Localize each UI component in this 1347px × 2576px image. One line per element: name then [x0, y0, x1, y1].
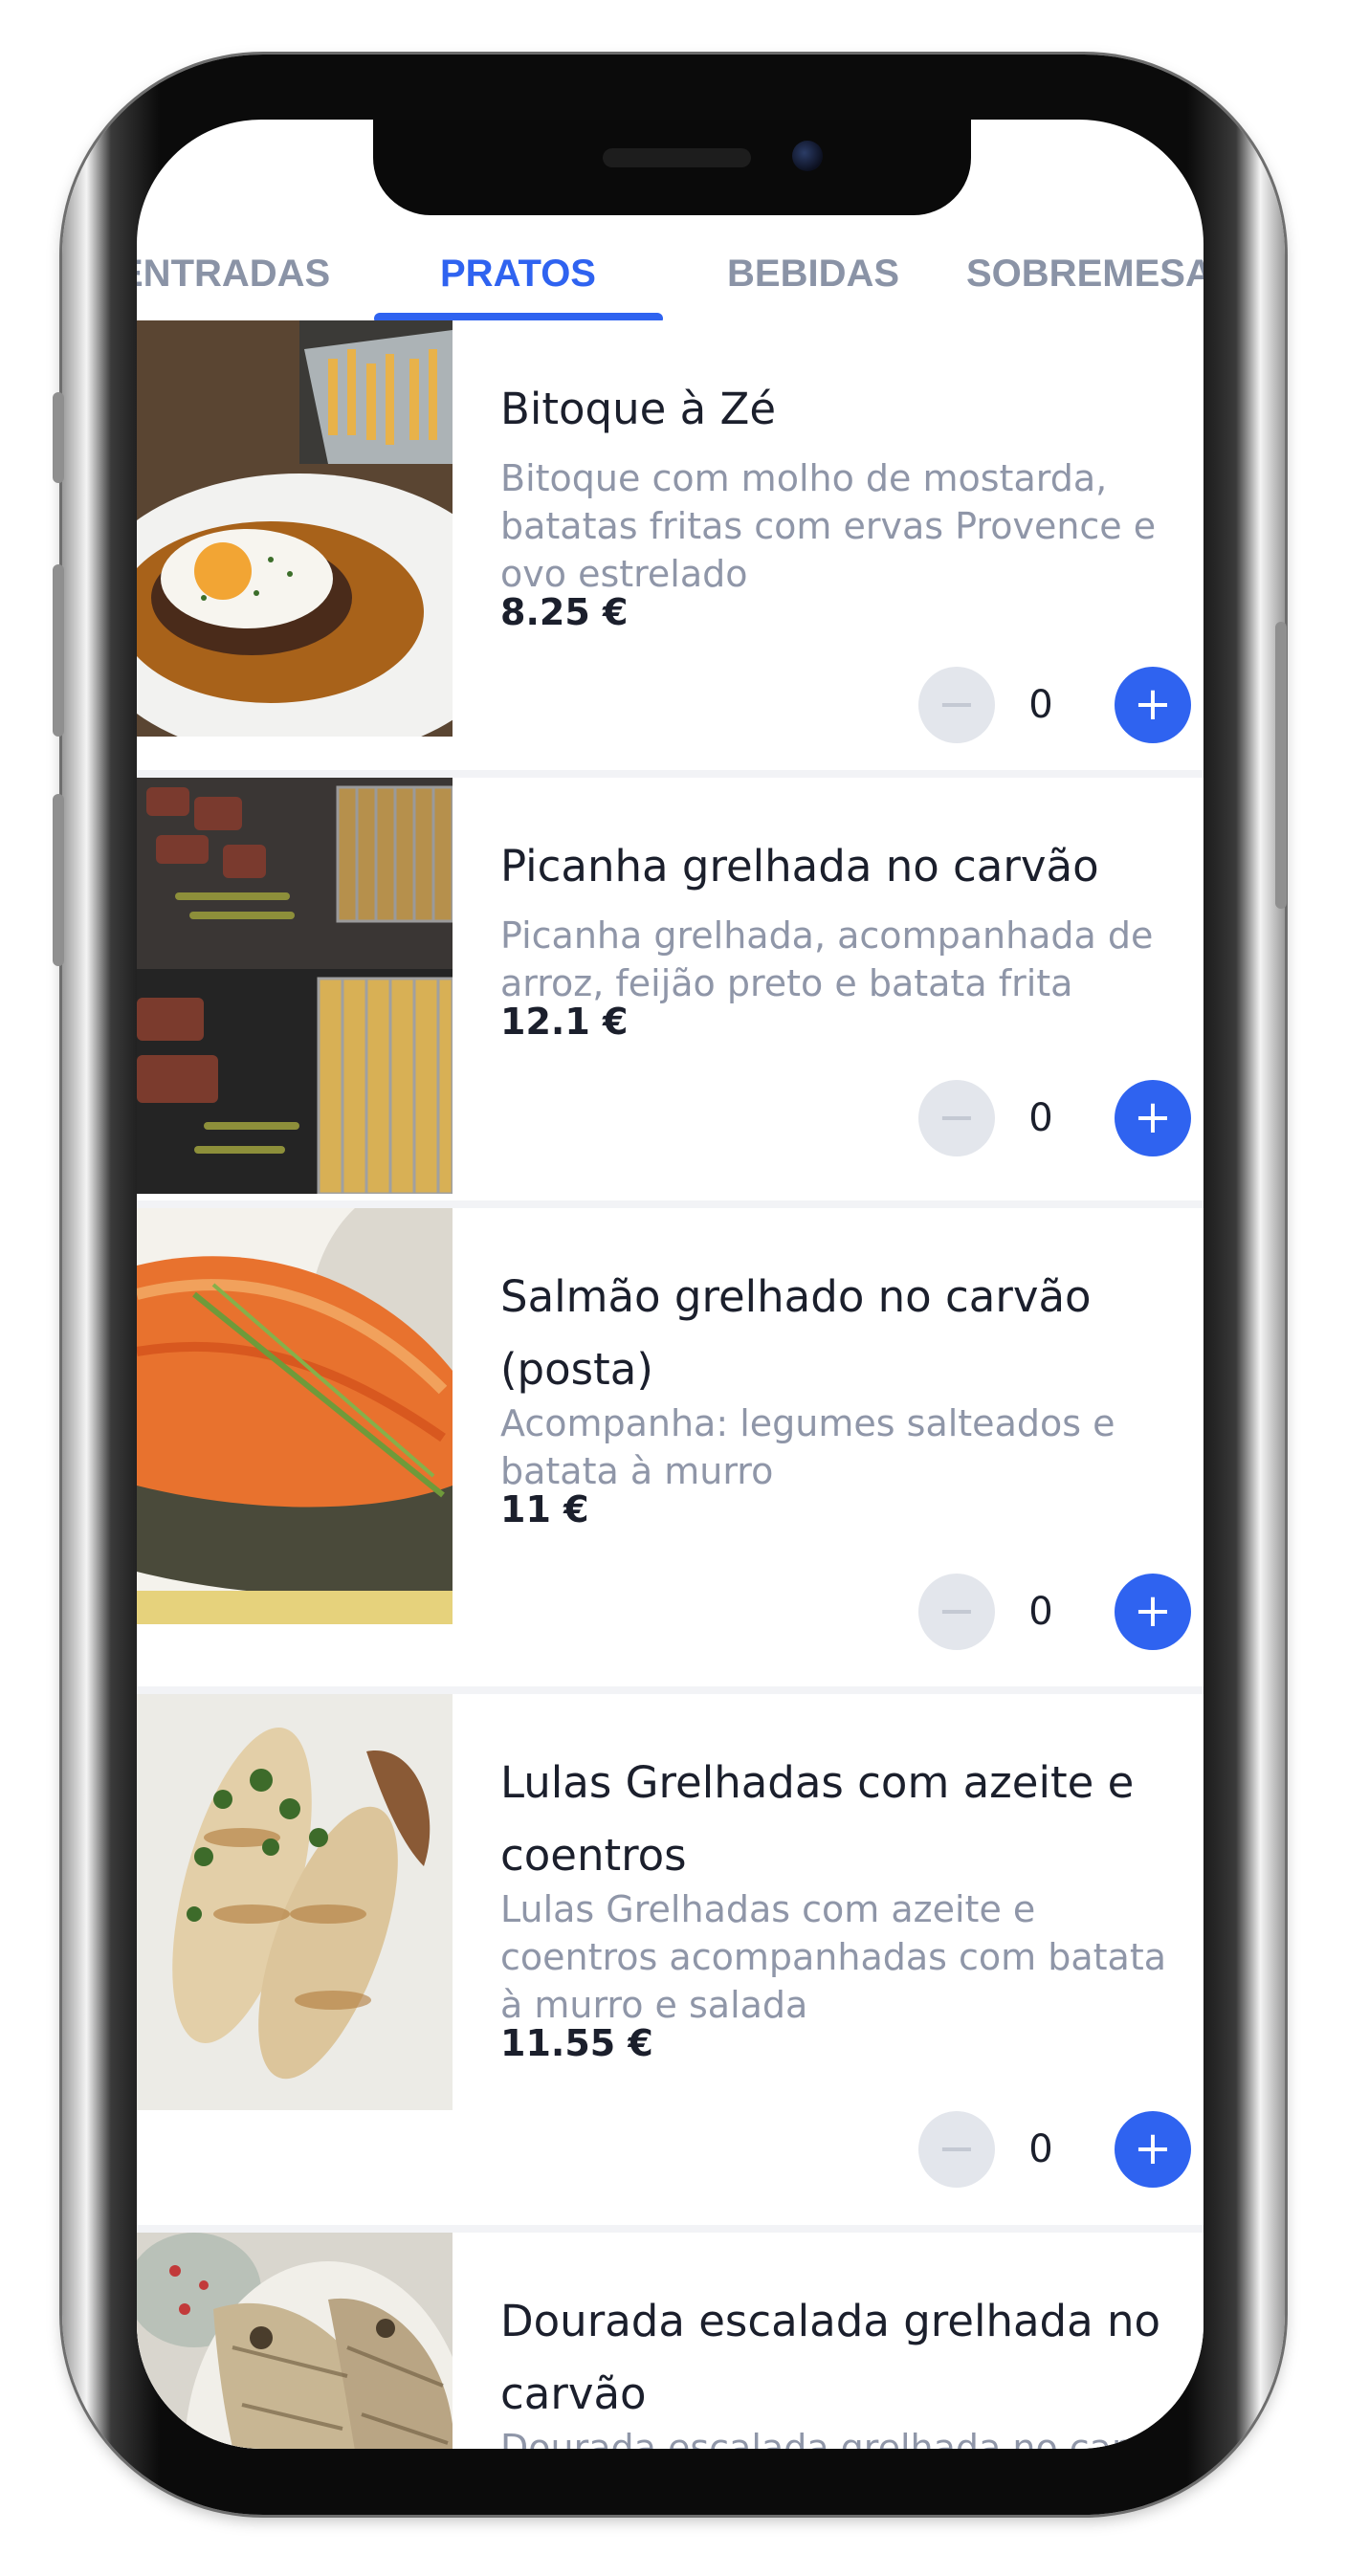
dish-description: Lulas Grelhadas com azeite e coentros ac…	[500, 1888, 1167, 2026]
dish-price: 11 €	[500, 1488, 589, 1530]
dish-photo-dourada[interactable]	[137, 2233, 453, 2449]
dish-photo-salmao[interactable]	[137, 1208, 453, 1624]
dish-image	[137, 2233, 453, 2449]
side-button-mute	[53, 392, 64, 483]
item-divider	[137, 1200, 1203, 1208]
quantity-value: 0	[1028, 2127, 1053, 2171]
side-button-volume-down	[53, 794, 64, 966]
item-divider	[137, 2225, 1203, 2233]
tab-sobremesas[interactable]: SOBREMESAS	[966, 225, 1203, 322]
tab-pratos[interactable]: PRATOS	[440, 225, 596, 322]
dish-description: Picanha grelhada, acompanhada de arroz, …	[500, 914, 1154, 1004]
increase-quantity-button[interactable]: +	[1115, 2111, 1191, 2188]
menu-item: Bitoque à Zé Bitoque com molho de mostar…	[137, 320, 1203, 770]
dish-image	[137, 320, 453, 737]
dish-name: Salmão grelhado no carvão (posta)	[500, 1271, 1092, 1395]
dish-description: Dourada escalada grelhada no carvão	[500, 2427, 1193, 2449]
dish-photo-picanha[interactable]	[137, 778, 453, 1194]
decrease-quantity-button[interactable]: −	[918, 1080, 995, 1156]
dish-photo-lulas[interactable]	[137, 1694, 453, 2110]
dish-name: Lulas Grelhadas com azeite e coentros	[500, 1757, 1135, 1881]
dish-description: Bitoque com molho de mostarda, batatas f…	[500, 457, 1157, 595]
decrease-quantity-button[interactable]: −	[918, 2111, 995, 2188]
increase-quantity-button[interactable]: +	[1115, 667, 1191, 743]
menu-item: Picanha grelhada no carvão Picanha grelh…	[137, 778, 1203, 1200]
dish-name: Picanha grelhada no carvão	[500, 841, 1099, 892]
dish-price: 8.25 €	[500, 591, 629, 633]
increase-quantity-button[interactable]: +	[1115, 1080, 1191, 1156]
dish-price: 11.55 €	[500, 2022, 653, 2064]
dish-price: 12.1 €	[500, 1001, 629, 1043]
dish-image	[137, 778, 453, 1194]
dish-photo-bitoque[interactable]	[137, 320, 453, 737]
quantity-value: 0	[1028, 1590, 1053, 1634]
notch	[373, 120, 971, 215]
dish-name: Dourada escalada grelhada no carvão	[500, 2296, 1161, 2419]
side-button-volume-up	[53, 564, 64, 737]
item-divider	[137, 770, 1203, 778]
quantity-value: 0	[1028, 1096, 1053, 1140]
increase-quantity-button[interactable]: +	[1115, 1574, 1191, 1650]
side-button-power	[1275, 622, 1287, 909]
menu-item: Dourada escalada grelhada no carvão Dour…	[137, 2233, 1203, 2449]
dish-image	[137, 1208, 453, 1624]
front-camera	[792, 141, 823, 171]
speaker-grille	[603, 148, 751, 167]
dish-description: Acompanha: legumes salteados e batata à …	[500, 1402, 1115, 1492]
dish-name: Bitoque à Zé	[500, 384, 777, 434]
menu-item: Lulas Grelhadas com azeite e coentros Lu…	[137, 1694, 1203, 2225]
menu-item: Salmão grelhado no carvão (posta) Acompa…	[137, 1208, 1203, 1686]
phone-screen: ENTRADAS PRATOS BEBIDAS SOBREMESAS	[137, 120, 1203, 2449]
decrease-quantity-button[interactable]: −	[918, 667, 995, 743]
tab-entradas[interactable]: ENTRADAS	[137, 225, 330, 322]
quantity-value: 0	[1028, 683, 1053, 727]
category-tabs: ENTRADAS PRATOS BEBIDAS SOBREMESAS	[137, 225, 1203, 327]
item-divider	[137, 1686, 1203, 1694]
dish-image	[137, 1694, 453, 2110]
tab-bebidas[interactable]: BEBIDAS	[727, 225, 899, 322]
decrease-quantity-button[interactable]: −	[918, 1574, 995, 1650]
